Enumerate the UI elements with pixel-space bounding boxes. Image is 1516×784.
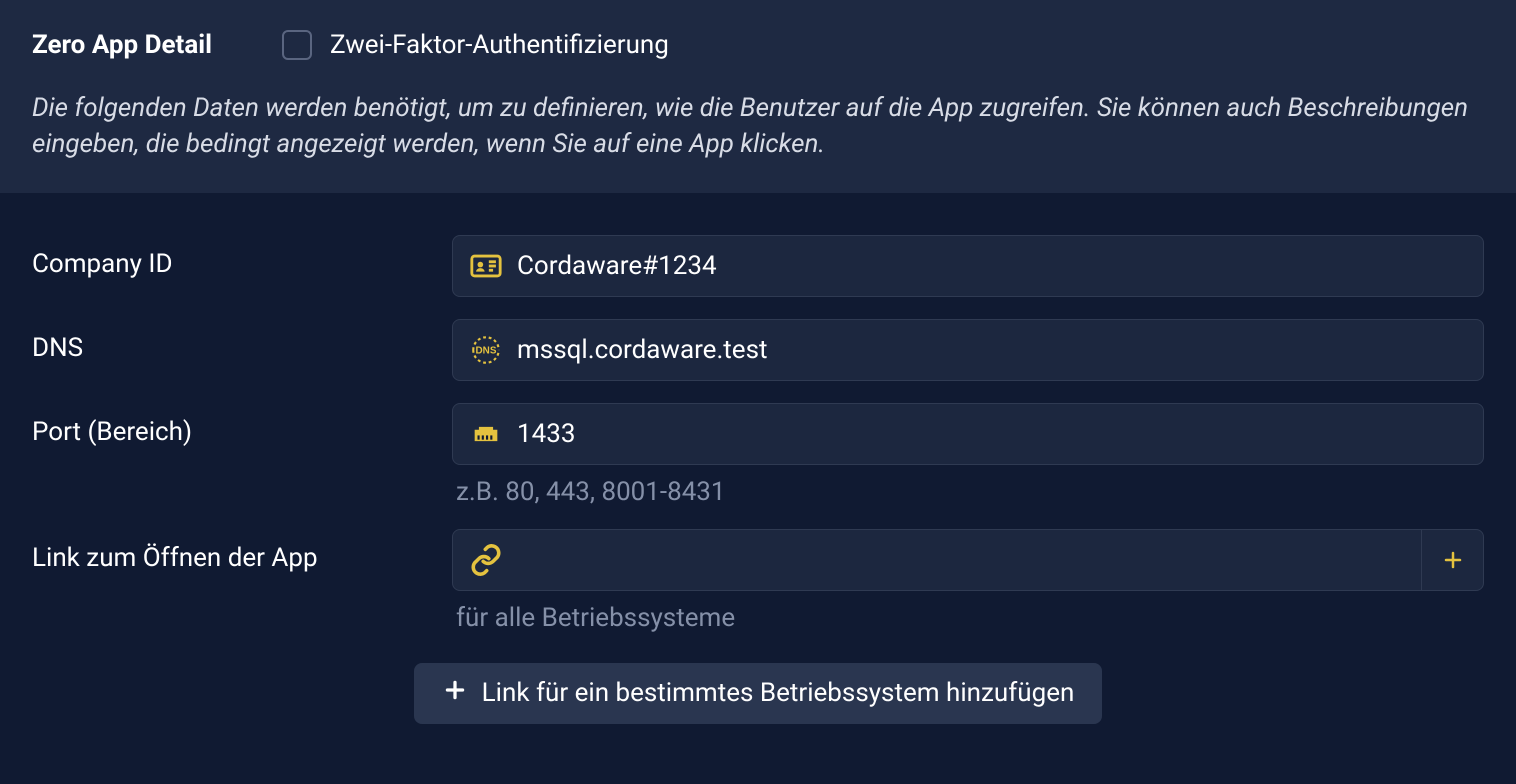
company-id-input-col: [452, 235, 1484, 297]
dns-input-wrap[interactable]: DNS: [452, 319, 1484, 381]
header-section: Zero App Detail Zwei-Faktor-Authentifizi…: [0, 0, 1516, 193]
open-link-hint: für alle Betriebssysteme: [452, 603, 1484, 633]
dns-icon: DNS: [469, 333, 503, 367]
add-link-button[interactable]: [1421, 530, 1483, 590]
two-factor-checkbox-wrap: Zwei-Faktor-Authentifizierung: [282, 30, 669, 60]
two-factor-label: Zwei-Faktor-Authentifizierung: [330, 30, 669, 60]
link-icon: [469, 543, 503, 577]
section-description: Die folgenden Daten werden benötigt, um …: [32, 90, 1484, 163]
bottom-button-wrap: Link für ein bestimmtes Betriebssystem h…: [32, 663, 1484, 724]
open-link-input-wrap[interactable]: [452, 529, 1484, 591]
open-link-row: Link zum Öffnen der App für alle B: [32, 529, 1484, 633]
port-label: Port (Bereich): [32, 403, 452, 447]
section-title: Zero App Detail: [32, 30, 242, 60]
dns-input[interactable]: [517, 335, 1467, 365]
open-link-input[interactable]: [517, 545, 1421, 575]
form-section: Company ID DNS: [0, 193, 1516, 744]
plus-icon: [442, 677, 468, 710]
port-input[interactable]: [517, 419, 1467, 449]
company-id-input-wrap[interactable]: [452, 235, 1484, 297]
port-hint: z.B. 80, 443, 8001-8431: [452, 477, 1484, 507]
open-link-label: Link zum Öffnen der App: [32, 529, 452, 573]
open-link-input-col: für alle Betriebssysteme: [452, 529, 1484, 633]
company-id-input[interactable]: [517, 251, 1467, 281]
port-row: Port (Bereich) z.B. 80, 443, 8001-8431: [32, 403, 1484, 507]
svg-text:DNS: DNS: [476, 345, 497, 356]
port-input-wrap[interactable]: [452, 403, 1484, 465]
ethernet-icon: [469, 417, 503, 451]
dns-label: DNS: [32, 319, 452, 363]
add-os-link-button[interactable]: Link für ein bestimmtes Betriebssystem h…: [414, 663, 1103, 724]
port-input-col: z.B. 80, 443, 8001-8431: [452, 403, 1484, 507]
id-card-icon: [469, 249, 503, 283]
two-factor-checkbox[interactable]: [282, 30, 312, 60]
add-os-link-label: Link für ein bestimmtes Betriebssystem h…: [482, 678, 1075, 708]
dns-row: DNS DNS: [32, 319, 1484, 381]
company-id-label: Company ID: [32, 235, 452, 279]
title-row: Zero App Detail Zwei-Faktor-Authentifizi…: [32, 30, 1484, 60]
company-id-row: Company ID: [32, 235, 1484, 297]
dns-input-col: DNS: [452, 319, 1484, 381]
